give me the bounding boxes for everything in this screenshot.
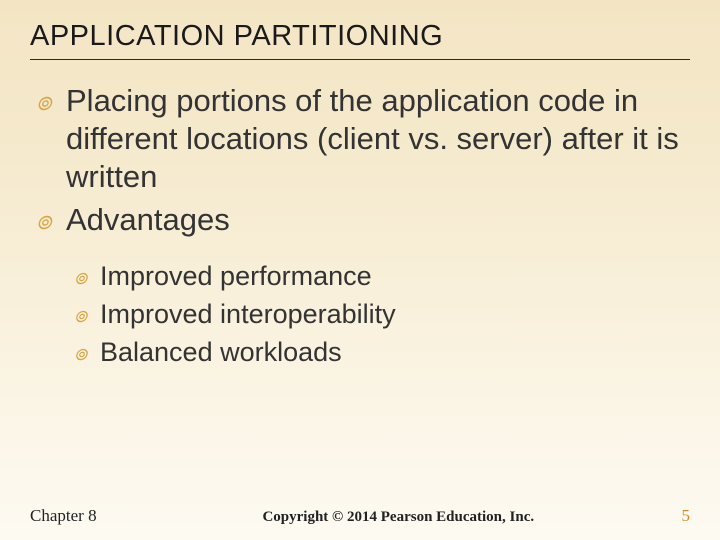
sub-bullet-text: Balanced workloads xyxy=(100,335,342,371)
slide: APPLICATION PARTITIONING ๏ Placing porti… xyxy=(0,0,720,540)
flourish-icon: ๏ xyxy=(36,82,66,119)
bullet-text: Advantages xyxy=(66,201,230,239)
sub-bullet-item: ๏ Balanced workloads xyxy=(74,335,690,371)
sub-bullet-text: Improved interoperability xyxy=(100,297,396,333)
sub-bullet-item: ๏ Improved interoperability xyxy=(74,297,690,333)
flourish-icon: ๏ xyxy=(74,297,100,330)
flourish-icon: ๏ xyxy=(74,335,100,368)
flourish-icon: ๏ xyxy=(74,259,100,292)
sub-bullet-item: ๏ Improved performance xyxy=(74,259,690,295)
slide-title: APPLICATION PARTITIONING xyxy=(30,20,690,60)
chapter-label: Chapter 8 xyxy=(30,506,97,526)
bullet-item: ๏ Advantages xyxy=(36,201,690,239)
flourish-icon: ๏ xyxy=(36,201,66,238)
copyright-text: Copyright © 2014 Pearson Education, Inc. xyxy=(137,509,660,526)
page-number: 5 xyxy=(660,506,690,526)
sub-bullet-text: Improved performance xyxy=(100,259,372,295)
bullet-item: ๏ Placing portions of the application co… xyxy=(36,82,690,195)
bullet-text: Placing portions of the application code… xyxy=(66,82,690,195)
sub-bullet-group: ๏ Improved performance ๏ Improved intero… xyxy=(74,259,690,370)
footer: Chapter 8 Copyright © 2014 Pearson Educa… xyxy=(30,506,690,526)
